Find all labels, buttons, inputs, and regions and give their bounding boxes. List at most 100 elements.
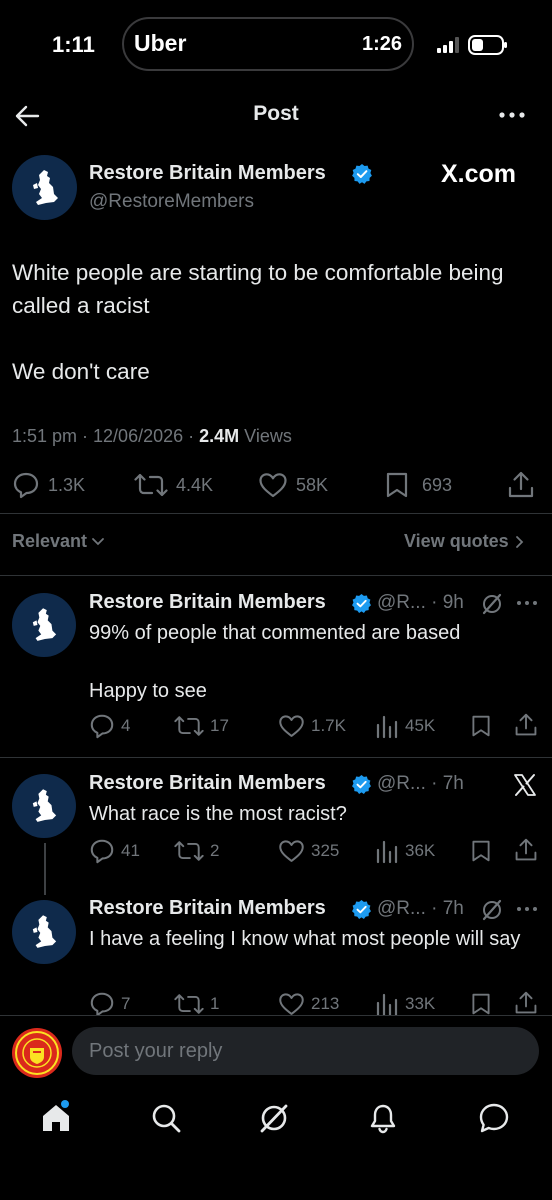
heart-icon	[279, 993, 304, 1015]
live-activity-time: 1:26	[362, 33, 403, 55]
reply-text: What race is the most racist?	[89, 803, 347, 825]
like-button[interactable]: 213	[278, 991, 339, 1017]
chevron-right-icon	[515, 535, 523, 548]
bookmark-icon[interactable]	[470, 713, 492, 739]
reply-button[interactable]: 7	[89, 991, 130, 1017]
reply-author-name[interactable]: Restore Britain Members	[89, 897, 326, 920]
post-text-line: We don't care	[12, 359, 150, 384]
verified-badge-icon	[351, 163, 373, 185]
views-label: Views	[239, 426, 292, 446]
uk-map-icon	[32, 789, 57, 822]
views-button[interactable]: 33K	[375, 991, 435, 1017]
share-icon[interactable]	[514, 836, 538, 864]
like-count: 325	[311, 841, 340, 860]
reply-button[interactable]: 1.3K	[12, 471, 85, 499]
more-options-icon[interactable]	[498, 106, 526, 124]
reply-icon	[90, 839, 114, 864]
reply-button[interactable]: 41	[89, 838, 140, 864]
post-text-line: White people are starting to be comforta…	[12, 260, 504, 318]
reply-icon	[90, 714, 114, 739]
divider	[0, 513, 552, 514]
author-name[interactable]: Restore Britain Members	[89, 162, 326, 185]
views-count: 36K	[405, 841, 436, 860]
verified-badge-icon	[351, 899, 372, 920]
x-logo-icon[interactable]	[513, 773, 537, 797]
more-options-icon[interactable]	[516, 905, 538, 913]
reply-author-avatar[interactable]	[12, 593, 76, 657]
divider	[0, 1015, 552, 1016]
repost-count: 4.4K	[176, 474, 214, 495]
like-button[interactable]: 325	[278, 838, 339, 864]
repost-button[interactable]: 17	[174, 713, 229, 739]
reply-icon	[13, 472, 39, 499]
reply-input[interactable]: Post your reply	[72, 1027, 539, 1075]
repost-button[interactable]: 1	[174, 991, 219, 1017]
repost-icon	[174, 994, 204, 1014]
post-timestamp: 1:51 pm · 12/06/2026 ·	[12, 426, 200, 446]
reply-count: 4	[121, 716, 131, 735]
more-options-icon[interactable]	[516, 599, 538, 607]
reply-button[interactable]: 4	[89, 713, 130, 739]
grok-icon[interactable]	[258, 1102, 290, 1134]
divider	[0, 757, 552, 758]
sort-label: Relevant	[12, 531, 88, 551]
reply-author-avatar[interactable]	[12, 774, 76, 838]
status-time: 1:11	[52, 32, 95, 57]
share-icon[interactable]	[514, 711, 538, 739]
views-chart-icon	[376, 840, 398, 864]
notifications-bell-icon[interactable]	[367, 1102, 399, 1134]
share-icon[interactable]	[507, 470, 535, 500]
current-user-avatar[interactable]	[12, 1028, 62, 1078]
repost-icon	[174, 716, 204, 736]
heart-icon	[279, 840, 304, 862]
like-count: 1.7K	[311, 716, 346, 735]
bookmark-icon[interactable]	[470, 838, 492, 864]
bookmark-icon[interactable]	[470, 991, 492, 1017]
repost-count: 1	[210, 994, 220, 1013]
author-handle[interactable]: @RestoreMembers	[89, 191, 254, 213]
reply-handle-time: @R... · 7h	[377, 898, 464, 919]
home-unread-dot	[61, 1100, 69, 1108]
share-icon[interactable]	[514, 989, 538, 1017]
reply-handle-time: @R... · 9h	[377, 592, 464, 613]
reply-author-name[interactable]: Restore Britain Members	[89, 591, 326, 614]
repost-icon	[134, 473, 168, 497]
views-count: 45K	[405, 716, 436, 735]
heart-icon	[259, 473, 287, 498]
reply-text-line: 99% of people that commented are based	[89, 622, 461, 644]
author-avatar[interactable]	[12, 155, 77, 220]
like-count: 58K	[296, 474, 329, 495]
views-count[interactable]: 2.4M	[199, 426, 239, 446]
views-button[interactable]: 36K	[375, 838, 435, 864]
search-icon[interactable]	[150, 1102, 182, 1134]
reply-author-avatar[interactable]	[12, 900, 76, 964]
like-button[interactable]: 1.7K	[278, 713, 346, 739]
reply-input-placeholder: Post your reply	[89, 1039, 223, 1062]
chevron-down-icon	[92, 537, 104, 545]
post-body: White people are starting to be comforta…	[12, 256, 532, 388]
views-chart-icon	[376, 715, 398, 739]
reply-author-name[interactable]: Restore Britain Members	[89, 772, 326, 795]
grok-icon[interactable]	[480, 592, 504, 616]
reply-handle-time: @R... · 7h	[377, 773, 464, 794]
repost-button[interactable]: 4.4K	[134, 471, 213, 499]
reply-count: 7	[121, 994, 131, 1013]
reply-text: 99% of people that commented are based H…	[89, 619, 460, 706]
reply-text-line: Happy to see	[89, 680, 207, 702]
bookmark-icon	[386, 472, 408, 498]
view-quotes-label: View quotes	[404, 531, 509, 551]
view-quotes-link[interactable]: View quotes	[404, 531, 525, 552]
page-title: Post	[253, 102, 299, 125]
repost-button[interactable]: 2	[174, 838, 219, 864]
views-count: 33K	[405, 994, 436, 1013]
messages-icon[interactable]	[478, 1102, 510, 1134]
reply-count: 41	[121, 841, 140, 860]
sort-dropdown[interactable]: Relevant	[12, 531, 105, 552]
repost-count: 17	[210, 716, 229, 735]
like-button[interactable]: 58K	[258, 471, 328, 499]
uk-map-icon	[32, 915, 57, 948]
bookmark-button[interactable]: 693	[384, 471, 452, 499]
grok-icon[interactable]	[480, 898, 504, 922]
divider	[0, 575, 552, 576]
views-button[interactable]: 45K	[375, 713, 435, 739]
